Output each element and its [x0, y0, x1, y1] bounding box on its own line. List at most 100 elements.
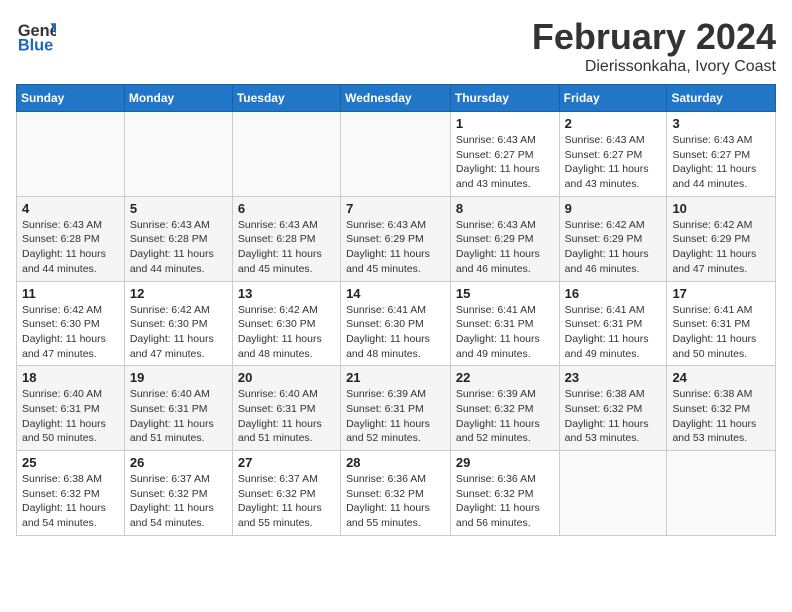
day-info: Sunrise: 6:41 AM Sunset: 6:31 PM Dayligh…: [672, 303, 770, 362]
calendar-cell: 22 Sunrise: 6:39 AM Sunset: 6:32 PM Dayli…: [450, 366, 559, 451]
day-info: Sunrise: 6:39 AM Sunset: 6:31 PM Dayligh…: [346, 387, 445, 446]
day-number: 27: [238, 455, 335, 470]
day-number: 4: [22, 201, 119, 216]
column-header-monday: Monday: [124, 85, 232, 112]
calendar-cell: 15 Sunrise: 6:41 AM Sunset: 6:31 PM Dayli…: [450, 281, 559, 366]
day-info: Sunrise: 6:43 AM Sunset: 6:29 PM Dayligh…: [456, 218, 554, 277]
calendar-cell: 17 Sunrise: 6:41 AM Sunset: 6:31 PM Dayli…: [667, 281, 776, 366]
day-info: Sunrise: 6:42 AM Sunset: 6:29 PM Dayligh…: [672, 218, 770, 277]
calendar-week-5: 25 Sunrise: 6:38 AM Sunset: 6:32 PM Dayli…: [17, 451, 776, 536]
calendar-cell: 29 Sunrise: 6:36 AM Sunset: 6:32 PM Dayli…: [450, 451, 559, 536]
logo: General Blue: [16, 16, 56, 56]
day-info: Sunrise: 6:41 AM Sunset: 6:30 PM Dayligh…: [346, 303, 445, 362]
title-block: February 2024 Dierissonkaha, Ivory Coast: [532, 16, 776, 76]
day-info: Sunrise: 6:38 AM Sunset: 6:32 PM Dayligh…: [22, 472, 119, 531]
column-header-friday: Friday: [559, 85, 667, 112]
column-header-thursday: Thursday: [450, 85, 559, 112]
day-number: 29: [456, 455, 554, 470]
day-number: 26: [130, 455, 227, 470]
page-header: General Blue February 2024 Dierissonkaha…: [16, 16, 776, 76]
calendar-cell: 19Sunrise: 6:40 AM Sunset: 6:31 PM Dayli…: [124, 366, 232, 451]
day-info: Sunrise: 6:43 AM Sunset: 6:28 PM Dayligh…: [22, 218, 119, 277]
calendar-cell: 1 Sunrise: 6:43 AM Sunset: 6:27 PM Daylig…: [450, 112, 559, 197]
calendar-cell: 18 Sunrise: 6:40 AM Sunset: 6:31 PM Dayli…: [17, 366, 125, 451]
day-number: 13: [238, 286, 335, 301]
day-number: 18: [22, 370, 119, 385]
calendar-cell: 3 Sunrise: 6:43 AM Sunset: 6:27 PM Daylig…: [667, 112, 776, 197]
day-info: Sunrise: 6:43 AM Sunset: 6:29 PM Dayligh…: [346, 218, 445, 277]
day-info: Sunrise: 6:36 AM Sunset: 6:32 PM Dayligh…: [346, 472, 445, 531]
day-number: 3: [672, 116, 770, 131]
day-number: 25: [22, 455, 119, 470]
day-number: 21: [346, 370, 445, 385]
logo-icon: General Blue: [16, 16, 56, 56]
calendar-week-1: 1 Sunrise: 6:43 AM Sunset: 6:27 PM Daylig…: [17, 112, 776, 197]
day-number: 15: [456, 286, 554, 301]
calendar-cell: 16Sunrise: 6:41 AM Sunset: 6:31 PM Dayli…: [559, 281, 667, 366]
day-info: Sunrise: 6:41 AM Sunset: 6:31 PM Dayligh…: [565, 303, 662, 362]
calendar-cell: 12 Sunrise: 6:42 AM Sunset: 6:30 PM Dayli…: [124, 281, 232, 366]
calendar-cell: 14 Sunrise: 6:41 AM Sunset: 6:30 PM Dayli…: [341, 281, 451, 366]
day-info: Sunrise: 6:42 AM Sunset: 6:30 PM Dayligh…: [130, 303, 227, 362]
day-info: Sunrise: 6:36 AM Sunset: 6:32 PM Dayligh…: [456, 472, 554, 531]
column-header-tuesday: Tuesday: [232, 85, 340, 112]
day-info: Sunrise: 6:43 AM Sunset: 6:28 PM Dayligh…: [238, 218, 335, 277]
day-info: Sunrise: 6:43 AM Sunset: 6:27 PM Dayligh…: [672, 133, 770, 192]
calendar-cell: 24Sunrise: 6:38 AM Sunset: 6:32 PM Dayli…: [667, 366, 776, 451]
day-number: 12: [130, 286, 227, 301]
calendar-cell: 13 Sunrise: 6:42 AM Sunset: 6:30 PM Dayli…: [232, 281, 340, 366]
calendar-cell: 7 Sunrise: 6:43 AM Sunset: 6:29 PM Daylig…: [341, 196, 451, 281]
day-number: 11: [22, 286, 119, 301]
day-number: 14: [346, 286, 445, 301]
calendar-cell: [341, 112, 451, 197]
day-number: 7: [346, 201, 445, 216]
day-number: 1: [456, 116, 554, 131]
day-number: 23: [565, 370, 662, 385]
calendar-cell: [124, 112, 232, 197]
calendar-cell: 6Sunrise: 6:43 AM Sunset: 6:28 PM Daylig…: [232, 196, 340, 281]
day-info: Sunrise: 6:43 AM Sunset: 6:28 PM Dayligh…: [130, 218, 227, 277]
calendar-cell: 2Sunrise: 6:43 AM Sunset: 6:27 PM Daylig…: [559, 112, 667, 197]
day-number: 19: [130, 370, 227, 385]
calendar-cell: 28 Sunrise: 6:36 AM Sunset: 6:32 PM Dayli…: [341, 451, 451, 536]
day-number: 17: [672, 286, 770, 301]
calendar-title: February 2024: [532, 16, 776, 58]
day-number: 8: [456, 201, 554, 216]
calendar-header-row: SundayMondayTuesdayWednesdayThursdayFrid…: [17, 85, 776, 112]
day-info: Sunrise: 6:39 AM Sunset: 6:32 PM Dayligh…: [456, 387, 554, 446]
calendar-cell: 9Sunrise: 6:42 AM Sunset: 6:29 PM Daylig…: [559, 196, 667, 281]
calendar-cell: 4 Sunrise: 6:43 AM Sunset: 6:28 PM Daylig…: [17, 196, 125, 281]
calendar-cell: 21 Sunrise: 6:39 AM Sunset: 6:31 PM Dayli…: [341, 366, 451, 451]
day-info: Sunrise: 6:40 AM Sunset: 6:31 PM Dayligh…: [22, 387, 119, 446]
day-info: Sunrise: 6:42 AM Sunset: 6:30 PM Dayligh…: [238, 303, 335, 362]
day-number: 9: [565, 201, 662, 216]
calendar-cell: [667, 451, 776, 536]
calendar-cell: 20Sunrise: 6:40 AM Sunset: 6:31 PM Dayli…: [232, 366, 340, 451]
calendar-cell: 5Sunrise: 6:43 AM Sunset: 6:28 PM Daylig…: [124, 196, 232, 281]
calendar-table: SundayMondayTuesdayWednesdayThursdayFrid…: [16, 84, 776, 536]
day-info: Sunrise: 6:37 AM Sunset: 6:32 PM Dayligh…: [238, 472, 335, 531]
day-info: Sunrise: 6:42 AM Sunset: 6:30 PM Dayligh…: [22, 303, 119, 362]
day-info: Sunrise: 6:41 AM Sunset: 6:31 PM Dayligh…: [456, 303, 554, 362]
calendar-cell: 23 Sunrise: 6:38 AM Sunset: 6:32 PM Dayli…: [559, 366, 667, 451]
day-number: 2: [565, 116, 662, 131]
calendar-cell: 8 Sunrise: 6:43 AM Sunset: 6:29 PM Daylig…: [450, 196, 559, 281]
day-info: Sunrise: 6:43 AM Sunset: 6:27 PM Dayligh…: [456, 133, 554, 192]
day-number: 10: [672, 201, 770, 216]
column-header-sunday: Sunday: [17, 85, 125, 112]
calendar-cell: 27 Sunrise: 6:37 AM Sunset: 6:32 PM Dayli…: [232, 451, 340, 536]
day-number: 22: [456, 370, 554, 385]
day-number: 24: [672, 370, 770, 385]
calendar-cell: 26 Sunrise: 6:37 AM Sunset: 6:32 PM Dayli…: [124, 451, 232, 536]
day-number: 28: [346, 455, 445, 470]
day-info: Sunrise: 6:37 AM Sunset: 6:32 PM Dayligh…: [130, 472, 227, 531]
calendar-cell: 10 Sunrise: 6:42 AM Sunset: 6:29 PM Dayli…: [667, 196, 776, 281]
svg-text:Blue: Blue: [18, 37, 53, 55]
column-header-wednesday: Wednesday: [341, 85, 451, 112]
calendar-week-4: 18 Sunrise: 6:40 AM Sunset: 6:31 PM Dayli…: [17, 366, 776, 451]
calendar-week-2: 4 Sunrise: 6:43 AM Sunset: 6:28 PM Daylig…: [17, 196, 776, 281]
day-info: Sunrise: 6:38 AM Sunset: 6:32 PM Dayligh…: [565, 387, 662, 446]
calendar-week-3: 11 Sunrise: 6:42 AM Sunset: 6:30 PM Dayli…: [17, 281, 776, 366]
calendar-subtitle: Dierissonkaha, Ivory Coast: [532, 58, 776, 76]
column-header-saturday: Saturday: [667, 85, 776, 112]
